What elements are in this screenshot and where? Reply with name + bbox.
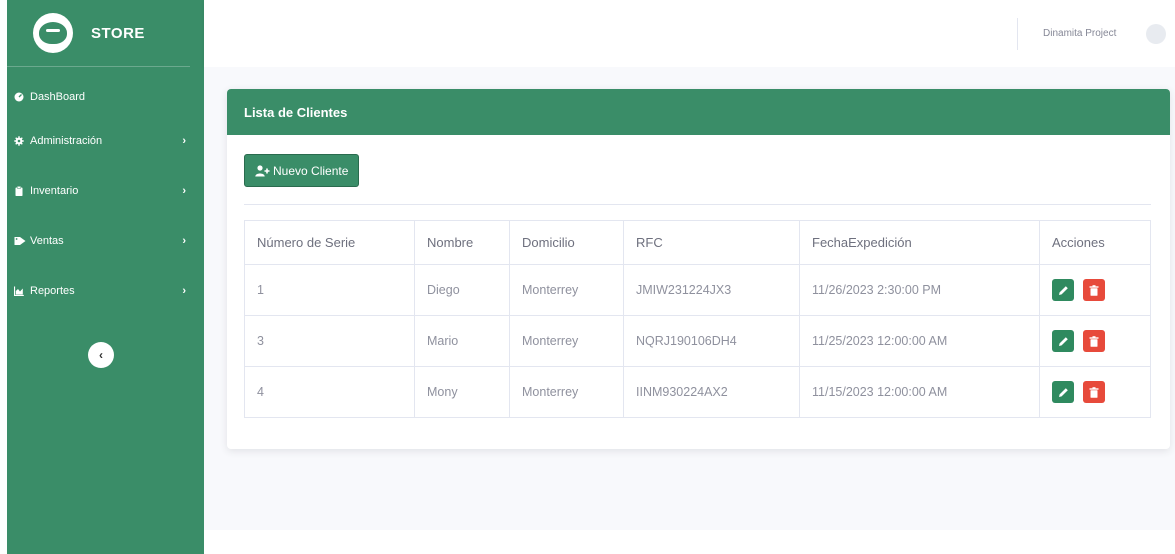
pencil-icon [1058, 387, 1068, 397]
cell-numero: 3 [244, 315, 415, 367]
dashboard-icon [14, 92, 24, 102]
sidebar-item-label: Reportes [30, 285, 75, 297]
cell-nombre: Mario [414, 315, 510, 367]
app-root: STORE DashBoard Administración › Inventa… [0, 0, 1175, 554]
tag-icon [14, 236, 26, 246]
chevron-right-icon: › [182, 235, 186, 247]
clipboard-icon [14, 186, 24, 196]
chevron-right-icon: › [182, 135, 186, 147]
table-row: 4 Mony Monterrey IINM930224AX2 11/15/202… [244, 366, 1151, 418]
topbar: Dinamita Project [204, 0, 1175, 67]
cell-rfc: IINM930224AX2 [623, 366, 800, 418]
sidebar-item-dashboard[interactable]: DashBoard [7, 83, 204, 111]
cell-fecha: 11/26/2023 2:30:00 PM [799, 264, 1040, 316]
edit-button[interactable] [1052, 330, 1074, 352]
table-row: 1 Diego Monterrey JMIW231224JX3 11/26/20… [244, 264, 1151, 316]
sidebar-item-label: Ventas [30, 235, 64, 247]
clients-table: Número de Serie Nombre Domicilio RFC Fec… [244, 220, 1151, 418]
user-name[interactable]: Dinamita Project [1043, 28, 1116, 39]
delete-button[interactable] [1083, 279, 1106, 301]
avatar[interactable] [1146, 24, 1166, 44]
sidebar-item-reportes[interactable]: Reportes › [7, 266, 204, 316]
sidebar-item-label: Inventario [30, 185, 79, 197]
cell-domicilio: Monterrey [509, 315, 624, 367]
sidebar-brand[interactable]: STORE [7, 0, 190, 67]
edit-button[interactable] [1052, 381, 1074, 403]
col-header-nombre[interactable]: Nombre [414, 220, 510, 265]
col-header-rfc[interactable]: RFC [623, 220, 800, 265]
new-client-button[interactable]: Nuevo Cliente [244, 154, 360, 187]
brand-name: STORE [91, 24, 145, 42]
cell-fecha: 11/25/2023 12:00:00 AM [799, 315, 1040, 367]
chart-area-icon [13, 286, 24, 297]
trash-icon [1089, 284, 1099, 296]
sidebar-item-administracion[interactable]: Administración › [7, 116, 204, 166]
chevron-right-icon: › [182, 185, 186, 197]
pencil-icon [1058, 336, 1068, 346]
cell-numero: 4 [244, 366, 415, 418]
col-header-acciones: Acciones [1039, 220, 1151, 265]
sidebar-item-inventario[interactable]: Inventario › [7, 166, 204, 216]
chevron-right-icon: › [182, 285, 186, 297]
sidebar-item-label: DashBoard [30, 91, 86, 103]
divider [244, 204, 1151, 205]
cell-fecha: 11/15/2023 12:00:00 AM [799, 366, 1040, 418]
trash-icon [1089, 335, 1099, 347]
user-plus-icon [255, 164, 270, 177]
col-header-numero[interactable]: Número de Serie [244, 220, 415, 265]
table-row: 3 Mario Monterrey NQRJ190106DH4 11/25/20… [244, 315, 1151, 367]
sidebar-toggle-button[interactable]: ‹ [88, 342, 114, 368]
chevron-left-icon: ‹ [99, 348, 103, 362]
sidebar: STORE DashBoard Administración › Inventa… [7, 0, 204, 554]
col-header-domicilio[interactable]: Domicilio [509, 220, 624, 265]
edit-button[interactable] [1052, 279, 1074, 301]
cell-numero: 1 [244, 264, 415, 316]
cell-rfc: NQRJ190106DH4 [623, 315, 800, 367]
cell-actions [1039, 264, 1151, 316]
store-logo [33, 13, 73, 53]
delete-button[interactable] [1083, 381, 1106, 403]
sidebar-nav: DashBoard Administración › Inventario › [7, 83, 204, 316]
topbar-divider [1017, 18, 1018, 50]
gear-icon [14, 136, 24, 146]
cell-rfc: JMIW231224JX3 [623, 264, 800, 316]
cell-domicilio: Monterrey [509, 264, 624, 316]
trash-icon [1089, 386, 1099, 398]
cell-nombre: Mony [414, 366, 510, 418]
pencil-icon [1058, 285, 1068, 295]
table-header-row: Número de Serie Nombre Domicilio RFC Fec… [244, 220, 1151, 265]
sidebar-item-label: Administración [30, 135, 103, 147]
cell-domicilio: Monterrey [509, 366, 624, 418]
delete-button[interactable] [1083, 330, 1106, 352]
cell-actions [1039, 366, 1151, 418]
cell-actions [1039, 315, 1151, 367]
cell-nombre: Diego [414, 264, 510, 316]
card-title: Lista de Clientes [244, 104, 348, 120]
sidebar-item-ventas[interactable]: Ventas › [7, 216, 204, 266]
col-header-fecha[interactable]: FechaExpedición [799, 220, 1040, 265]
card-header: Lista de Clientes [227, 89, 1170, 135]
new-client-label: Nuevo Cliente [273, 163, 349, 178]
clientes-card: Lista de Clientes Nuevo Cliente Número d… [227, 89, 1170, 449]
